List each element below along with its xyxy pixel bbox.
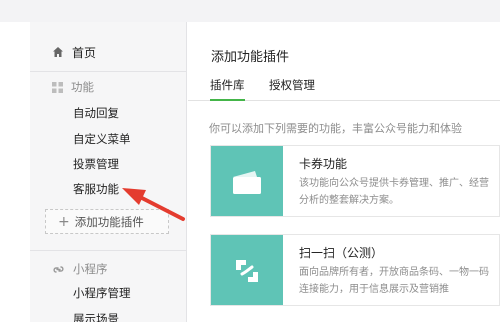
plugin-title: 扫一扫（公测） <box>299 246 384 260</box>
page-title: 添加功能插件 <box>211 50 290 65</box>
divider <box>30 71 187 72</box>
sidebar-group-label: 功能 <box>71 80 94 94</box>
plugin-icon-box <box>211 235 283 305</box>
plugin-card-scan[interactable]: 扫一扫（公测） 面向品牌所有者，开放商品条码、一物一码连接能力，用于信息展示及营… <box>210 234 500 306</box>
sidebar-item-custom-menu[interactable]: 自定义菜单 <box>73 131 131 147</box>
card-wallet-icon <box>233 171 261 194</box>
sidebar-group-label: 小程序 <box>73 262 108 276</box>
sidebar-item-customer-service[interactable]: 客服功能 <box>73 181 119 197</box>
add-plugin-label: 添加功能插件 <box>74 214 144 229</box>
main-panel: 添加功能插件 插件库 授权管理 你可以添加下列需要的功能，丰富公众号能力和体验 … <box>188 22 500 322</box>
plugin-description: 面向品牌所有者，开放商品条码、一物一码连接能力，用于信息展示及营销推 <box>299 267 489 295</box>
page-description: 你可以添加下列需要的功能，丰富公众号能力和体验 <box>209 122 462 135</box>
plugin-title: 卡券功能 <box>299 157 348 171</box>
tab-authorization-management[interactable]: 授权管理 <box>269 74 315 101</box>
sidebar-group-miniprogram: 小程序 <box>52 260 108 278</box>
scan-icon <box>236 260 258 282</box>
sidebar: 首页 功能 自动回复 自定义菜单 投票管理 客服功能 + 添加功能插件 小程序 … <box>30 22 187 322</box>
divider <box>30 250 187 251</box>
grid-icon <box>52 81 63 93</box>
link-icon <box>53 265 64 273</box>
home-icon <box>53 47 63 57</box>
plus-icon: + <box>58 213 70 230</box>
sidebar-group-features: 功能 <box>52 78 94 96</box>
tab-bar: 插件库 授权管理 <box>188 74 500 101</box>
plugin-icon-box <box>211 146 283 216</box>
add-plugin-button[interactable]: + 添加功能插件 <box>45 209 169 234</box>
tab-plugin-library[interactable]: 插件库 <box>210 74 245 101</box>
sidebar-item-display-scenes[interactable]: 展示场景 <box>73 311 119 322</box>
plugin-description: 该功能向公众号提供卡券管理、推广、经营分析的整套解决方案。 <box>299 178 489 206</box>
sidebar-item-label: 首页 <box>72 45 97 60</box>
sidebar-item-home[interactable]: 首页 <box>52 42 96 62</box>
sidebar-item-auto-reply[interactable]: 自动回复 <box>73 105 119 121</box>
sidebar-item-vote-management[interactable]: 投票管理 <box>73 156 119 172</box>
top-strip <box>0 0 500 22</box>
sidebar-item-miniprogram-management[interactable]: 小程序管理 <box>73 285 131 301</box>
plugin-card-coupon[interactable]: 卡券功能 该功能向公众号提供卡券管理、推广、经营分析的整套解决方案。 <box>210 145 500 217</box>
